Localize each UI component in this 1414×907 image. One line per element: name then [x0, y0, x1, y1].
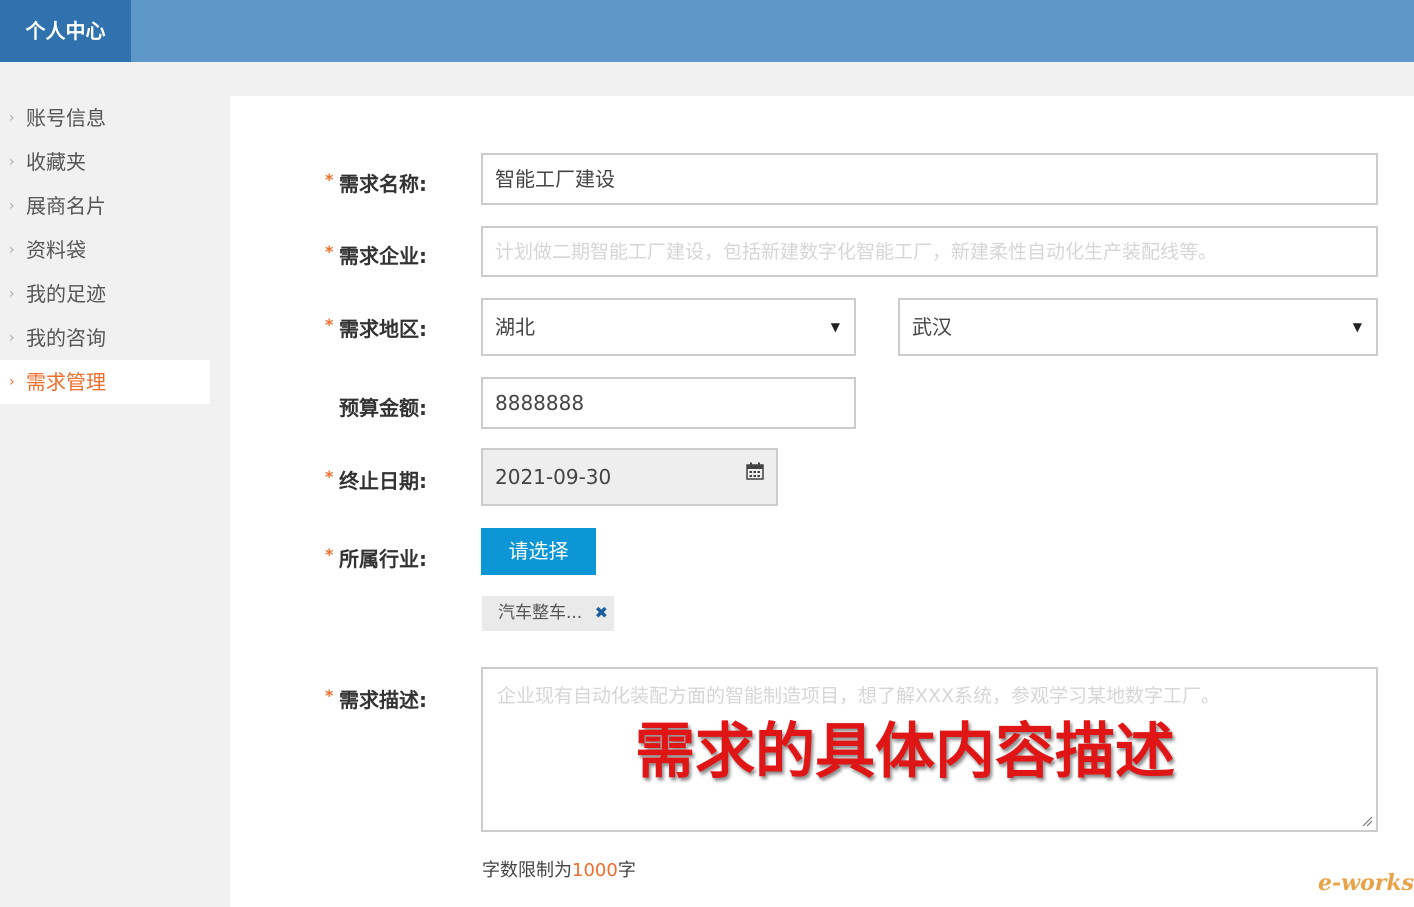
required-mark: * [325, 467, 334, 486]
chevron-right-icon: › [9, 374, 15, 390]
demand-name-value: 智能工厂建设 [495, 167, 615, 191]
required-mark: * [325, 242, 334, 261]
budget-value: 8888888 [495, 391, 585, 415]
sidebar-item-business-cards[interactable]: › 展商名片 [0, 184, 210, 228]
end-date-value: 2021-09-30 [495, 465, 612, 489]
top-bar: 个人中心 [0, 0, 1414, 62]
required-mark: * [325, 545, 334, 564]
required-mark: * [325, 686, 334, 705]
city-value: 武汉 [912, 315, 952, 339]
sidebar-item-inquiries[interactable]: › 我的咨询 [0, 316, 210, 360]
demand-company-placeholder: 计划做二期智能工厂建设，包括新建数字化智能工厂，新建柔性自动化生产装配线等。 [495, 241, 1218, 263]
calendar-icon[interactable] [746, 462, 764, 480]
industry-tag-label: 汽车整车... [498, 603, 583, 623]
sidebar-item-label: 收藏夹 [26, 150, 86, 174]
province-value: 湖北 [495, 315, 535, 339]
resize-handle-icon[interactable] [1361, 815, 1373, 827]
demand-name-input[interactable]: 智能工厂建设 [481, 153, 1378, 205]
budget-input[interactable]: 8888888 [481, 377, 856, 429]
sidebar-item-label: 我的咨询 [26, 326, 106, 350]
required-mark: * [325, 315, 334, 334]
watermark-logo: e-works [1318, 870, 1414, 896]
chevron-right-icon: › [9, 286, 15, 302]
remove-tag-icon[interactable]: ✖ [595, 596, 608, 630]
chevron-right-icon: › [9, 242, 15, 258]
sidebar-item-demand-management[interactable]: › 需求管理 [0, 360, 210, 404]
character-limit-count: 1000 [572, 860, 618, 881]
description-overlay-text: 需求的具体内容描述 [635, 717, 1175, 787]
main-panel: * 需求名称: 智能工厂建设 * 需求企业: 计划做二期智能工厂建设，包括新建数… [230, 96, 1414, 907]
city-select[interactable]: 武汉 ▼ [898, 298, 1378, 356]
sidebar-item-history[interactable]: › 我的足迹 [0, 272, 210, 316]
sidebar-item-label: 需求管理 [26, 370, 106, 394]
caret-down-icon: ▼ [830, 320, 840, 334]
description-textarea[interactable]: 企业现有自动化装配方面的智能制造项目，想了解XXX系统，参观学习某地数字工厂。 … [481, 667, 1378, 832]
sidebar-item-label: 资料袋 [26, 238, 86, 262]
select-industry-button[interactable]: 请选择 [481, 528, 596, 575]
page-title: 个人中心 [0, 0, 131, 62]
sidebar-item-favorites[interactable]: › 收藏夹 [0, 140, 210, 184]
industry-tag: 汽车整车... ✖ [482, 596, 614, 631]
sidebar: › 账号信息 › 收藏夹 › 展商名片 › 资料袋 › 我的足迹 › 我的咨询 › 需求管理 [0, 96, 210, 404]
sidebar-item-label: 账号信息 [26, 106, 106, 130]
sidebar-item-account[interactable]: › 账号信息 [0, 96, 210, 140]
demand-company-input[interactable]: 计划做二期智能工厂建设，包括新建数字化智能工厂，新建柔性自动化生产装配线等。 [481, 226, 1378, 277]
chevron-right-icon: › [9, 154, 15, 170]
sidebar-item-label: 展商名片 [26, 194, 106, 218]
sidebar-item-label: 我的足迹 [26, 282, 106, 306]
chevron-right-icon: › [9, 198, 15, 214]
chevron-right-icon: › [9, 330, 15, 346]
chevron-right-icon: › [9, 110, 15, 126]
character-limit-hint: 字数限制为1000字 [482, 860, 636, 881]
sidebar-item-materials[interactable]: › 资料袋 [0, 228, 210, 272]
caret-down-icon: ▼ [1352, 320, 1362, 334]
end-date-input[interactable]: 2021-09-30 [481, 448, 778, 506]
province-select[interactable]: 湖北 ▼ [481, 298, 856, 356]
required-mark: * [325, 170, 334, 189]
